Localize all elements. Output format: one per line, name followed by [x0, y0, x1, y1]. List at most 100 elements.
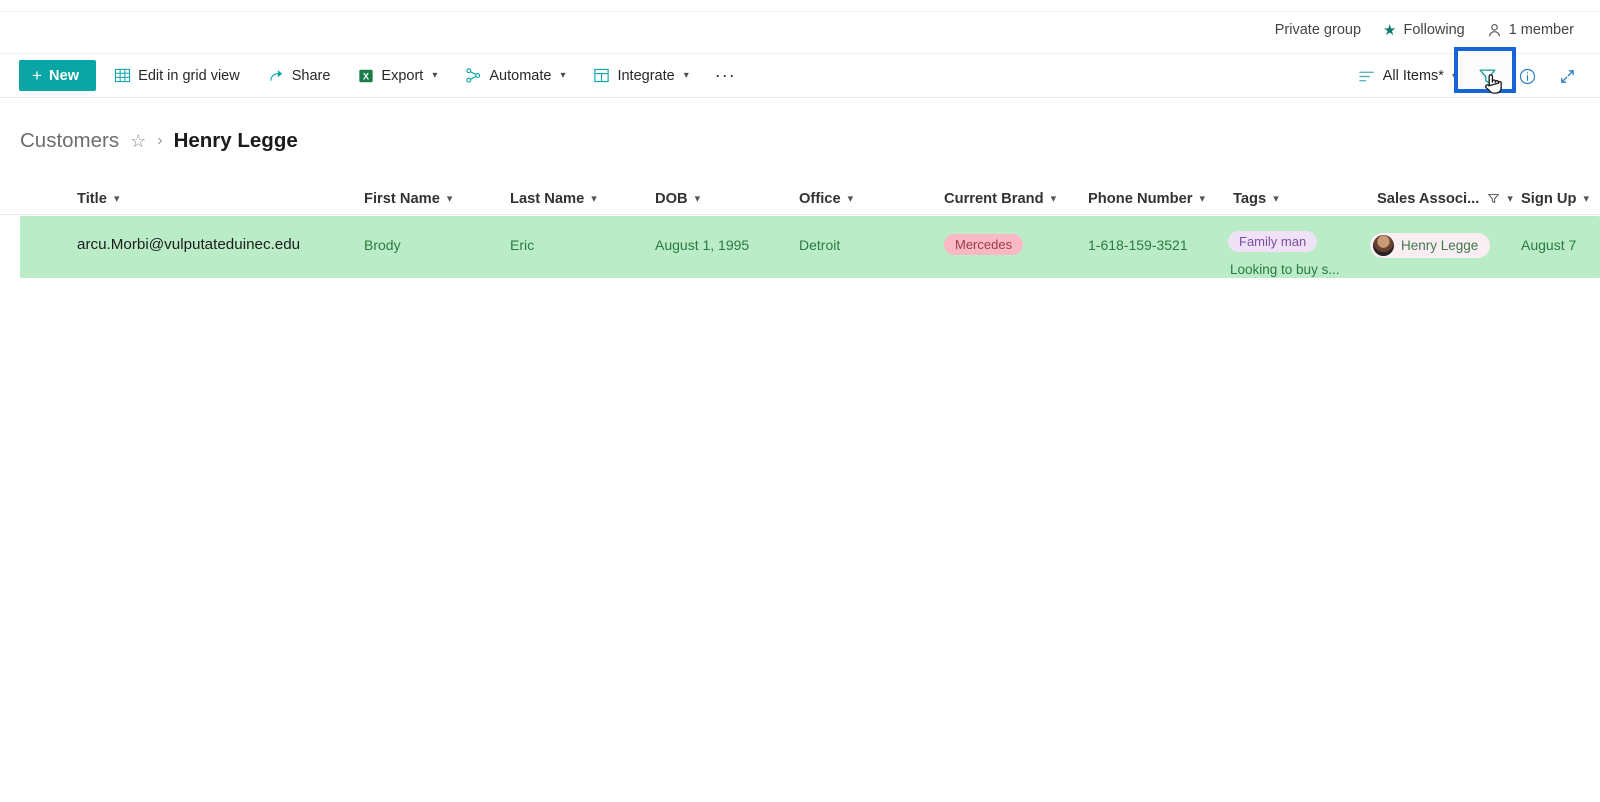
cell-first-name: Brody — [364, 237, 401, 253]
column-header-tags[interactable]: Tags ▾ — [1233, 182, 1279, 215]
view-selector-label: All Items* — [1382, 68, 1444, 84]
cell-sign-up: August 7 — [1521, 237, 1577, 253]
edit-in-grid-view-label: Edit in grid view — [138, 67, 240, 84]
column-header-label: Title — [77, 190, 107, 207]
column-header-sign-up[interactable]: Sign Up ▾ — [1521, 182, 1589, 215]
share-icon — [268, 67, 285, 84]
integrate-button[interactable]: Integrate ▾ — [583, 58, 698, 94]
following-button[interactable]: ★ Following — [1383, 22, 1465, 38]
person-name: Henry Legge — [1401, 238, 1479, 253]
person-icon — [1487, 23, 1502, 38]
command-bar-right: All Items* ▾ — [1349, 47, 1592, 98]
chevron-down-icon: ▾ — [113, 193, 120, 205]
plus-icon: + — [32, 66, 43, 85]
chevron-down-icon: ▾ — [1583, 193, 1590, 205]
chevron-down-icon: ▾ — [446, 193, 453, 205]
tag-pill-2: Looking to buy s... — [1230, 262, 1340, 277]
person-chip[interactable]: Henry Legge — [1370, 233, 1491, 258]
column-header-sales-associ[interactable]: Sales Associ... ▾ — [1377, 182, 1513, 215]
star-icon: ★ — [1383, 21, 1397, 39]
new-button-label: New — [49, 67, 80, 84]
chevron-down-icon: ▾ — [683, 70, 689, 81]
expand-button[interactable] — [1548, 58, 1586, 94]
chevron-down-icon: ▾ — [1451, 70, 1457, 82]
column-header-phone-number[interactable]: Phone Number ▾ — [1088, 182, 1205, 215]
column-header-label: DOB — [655, 190, 688, 207]
chevron-down-icon: ▾ — [432, 70, 438, 81]
export-label: Export — [381, 67, 424, 84]
avatar — [1373, 235, 1394, 256]
column-header-label: Office — [799, 190, 841, 207]
cell-tags: Family man Looking to buy s... — [1228, 231, 1340, 277]
chevron-down-icon: ▾ — [1050, 193, 1057, 205]
header-divider — [0, 11, 1600, 12]
column-header-label: Sign Up — [1521, 190, 1577, 207]
integrate-icon — [593, 67, 610, 84]
share-button[interactable]: Share — [258, 58, 341, 94]
table-row[interactable]: arcu.Morbi@vulputateduinec.edu Brody Eri… — [20, 216, 1600, 278]
privacy-label: Private group — [1275, 22, 1361, 38]
list-header-row: Title ▾ First Name ▾ Last Name ▾ DOB ▾ Office ▾ Cu… — [0, 182, 1600, 215]
chevron-down-icon: ▾ — [560, 70, 566, 81]
info-button[interactable] — [1508, 58, 1546, 94]
cell-title: arcu.Morbi@vulputateduinec.edu — [77, 236, 301, 253]
breadcrumb: Customers ☆ › Henry Legge — [20, 129, 298, 153]
column-header-office[interactable]: Office ▾ — [799, 182, 853, 215]
automate-icon — [465, 67, 482, 84]
chevron-down-icon: ▾ — [847, 193, 854, 205]
members-button[interactable]: 1 member — [1487, 22, 1574, 38]
column-header-label: Phone Number — [1088, 190, 1193, 207]
column-header-first-name[interactable]: First Name ▾ — [364, 182, 452, 215]
export-button[interactable]: X Export ▾ — [348, 58, 447, 94]
privacy-text: Private group — [1274, 22, 1362, 38]
cell-dob: August 1, 1995 — [655, 237, 750, 253]
cell-phone-number: 1-618-159-3521 — [1088, 237, 1188, 253]
column-header-label: Last Name — [510, 190, 585, 207]
brand-pill: Mercedes — [944, 234, 1024, 255]
cell-last-name: Eric — [510, 237, 535, 253]
cell-current-brand: Mercedes — [944, 234, 1024, 255]
integrate-label: Integrate — [617, 67, 675, 84]
column-header-dob[interactable]: DOB ▾ — [655, 182, 700, 215]
members-label: 1 member — [1508, 22, 1574, 38]
list-view-icon — [1358, 69, 1375, 84]
edit-in-grid-view-button[interactable]: Edit in grid view — [104, 58, 250, 94]
svg-text:X: X — [363, 71, 370, 81]
automate-label: Automate — [489, 67, 552, 84]
column-header-label: Tags — [1233, 190, 1267, 207]
page-title: Henry Legge — [173, 129, 298, 152]
new-button[interactable]: + New — [19, 60, 97, 91]
chevron-down-icon: ▾ — [1199, 193, 1205, 205]
column-header-title[interactable]: Title ▾ — [77, 182, 119, 215]
more-commands-button[interactable]: ··· — [705, 58, 746, 94]
chevron-down-icon: ▾ — [1507, 193, 1513, 205]
column-filter-icon[interactable] — [1487, 192, 1500, 205]
breadcrumb-separator: › — [157, 132, 163, 149]
list-view: Title ▾ First Name ▾ Last Name ▾ DOB ▾ Office ▾ Cu… — [0, 182, 1600, 278]
cell-sales-associate: Henry Legge — [1370, 233, 1491, 259]
cell-office: Detroit — [799, 237, 841, 253]
command-bar: + New Edit in grid view Share X Export ▾… — [0, 47, 1600, 98]
share-label: Share — [291, 67, 331, 84]
column-header-label: First Name — [364, 190, 440, 207]
column-header-last-name[interactable]: Last Name ▾ — [510, 182, 597, 215]
breadcrumb-root-link[interactable]: Customers — [20, 129, 119, 153]
sharepoint-list-page: Private group ★ Following 1 member + New… — [0, 0, 1600, 802]
excel-export-icon: X — [358, 68, 374, 84]
column-header-label: Sales Associ... — [1377, 190, 1480, 207]
favorite-star-icon[interactable]: ☆ — [130, 131, 146, 152]
chevron-down-icon: ▾ — [694, 193, 701, 205]
column-header-label: Current Brand — [944, 190, 1044, 207]
view-selector-button[interactable]: All Items* ▾ — [1349, 58, 1466, 94]
site-meta-group: Private group ★ Following 1 member — [1275, 22, 1574, 38]
automate-button[interactable]: Automate ▾ — [455, 58, 575, 94]
tag-pill-1: Family man — [1228, 231, 1318, 252]
filter-button-wrapper — [1454, 47, 1516, 94]
filter-button[interactable] — [1468, 58, 1506, 94]
following-label: Following — [1403, 22, 1465, 38]
chevron-down-icon: ▾ — [591, 193, 597, 205]
command-bar-left: + New Edit in grid view Share X Export ▾… — [0, 58, 746, 94]
grid-icon — [114, 67, 131, 84]
column-header-current-brand[interactable]: Current Brand ▾ — [944, 182, 1056, 215]
chevron-down-icon: ▾ — [1273, 193, 1279, 205]
